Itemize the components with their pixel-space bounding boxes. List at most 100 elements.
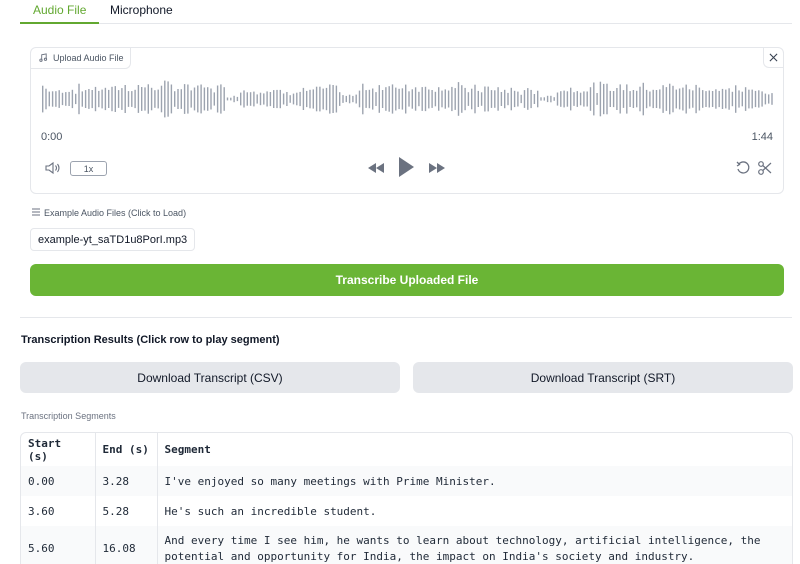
waveform-bar: [137, 85, 140, 113]
transcribe-button[interactable]: Transcribe Uploaded File: [30, 264, 784, 296]
waveform-bar: [408, 91, 410, 107]
cell-start: 0.00: [21, 466, 96, 496]
waveform-bar: [731, 91, 734, 107]
waveform-bar: [193, 87, 196, 111]
waveform-bar: [675, 89, 677, 109]
cell-end: 16.08: [95, 526, 158, 564]
waveform-bar: [566, 91, 569, 107]
waveform-bar: [388, 86, 390, 112]
volume-icon[interactable]: [43, 160, 63, 176]
music-note-icon: [39, 52, 48, 64]
waveform-bar: [504, 89, 506, 109]
column-header-start[interactable]: Start (s): [21, 433, 96, 466]
waveform-bar: [177, 89, 179, 109]
download-srt-button[interactable]: Download Transcript (SRT): [413, 362, 793, 393]
waveform-bar: [167, 81, 169, 117]
waveform-bar: [718, 90, 720, 108]
waveform-bar: [61, 92, 64, 106]
waveform-bar: [471, 88, 473, 110]
waveform-bar: [249, 92, 252, 106]
waveform-bar: [233, 95, 235, 103]
waveform-bar: [527, 88, 529, 110]
waveform-bar: [190, 90, 192, 108]
waveform-bar: [98, 90, 100, 108]
segment-line: potential and opportunity for India, the…: [164, 550, 695, 563]
current-time: 0:00: [41, 131, 63, 143]
waveform-bar: [738, 90, 740, 108]
waveform-bar: [51, 91, 54, 107]
waveform-bar: [42, 85, 44, 113]
waveform-bar: [200, 84, 202, 114]
rewind-icon[interactable]: [366, 160, 386, 176]
waveform-bar: [164, 80, 166, 118]
reset-icon[interactable]: [733, 160, 753, 176]
waveform-bar: [682, 87, 684, 111]
waveform-bar: [55, 91, 57, 107]
waveform-bar: [560, 91, 562, 107]
waveform-bar: [754, 90, 757, 108]
waveform-bar: [672, 85, 674, 113]
column-header-end[interactable]: End (s): [95, 433, 158, 466]
waveform-bar: [444, 89, 446, 109]
waveform-bar: [715, 89, 717, 109]
waveform-bar: [157, 89, 159, 109]
example-file-button[interactable]: example-yt_saTD1u8PorI.mp3: [30, 228, 196, 251]
waveform-bar: [451, 86, 453, 112]
clear-audio-button[interactable]: [763, 48, 783, 68]
cell-end: 3.28: [95, 466, 158, 496]
fast-forward-icon[interactable]: [427, 160, 447, 176]
table-row[interactable]: 5.60 16.08 And every time I see him, he …: [21, 526, 792, 564]
tab-audio-file[interactable]: Audio File: [19, 3, 100, 24]
waveform-bar: [771, 93, 773, 105]
waveform-bar: [114, 86, 116, 112]
waveform-bar: [688, 89, 691, 109]
waveform-bar: [65, 92, 67, 106]
waveform-bar: [329, 84, 331, 114]
waveform-bar: [629, 91, 631, 107]
waveform-bar: [728, 88, 730, 110]
waveform-bar: [355, 94, 357, 104]
waveform-bar: [401, 88, 404, 110]
waveform-bar: [385, 87, 387, 111]
waveform-bar: [751, 89, 753, 109]
trim-icon[interactable]: [755, 160, 775, 176]
waveform-bar: [226, 97, 229, 101]
tab-microphone[interactable]: Microphone: [110, 3, 173, 17]
play-icon[interactable]: [395, 156, 417, 178]
waveform-bar: [266, 91, 268, 107]
waveform-bar: [612, 91, 615, 108]
waveform[interactable]: [41, 76, 775, 122]
waveform-bar: [108, 89, 110, 108]
waveform-bar: [302, 87, 305, 110]
waveform-bar: [494, 90, 496, 108]
waveform-bar: [207, 87, 209, 111]
waveform-bar: [236, 96, 239, 102]
waveform-bar: [652, 89, 654, 109]
waveform-bar: [352, 95, 354, 103]
waveform-bar: [711, 91, 714, 107]
waveform-bar: [269, 92, 272, 107]
waveform-bar: [372, 88, 374, 110]
waveform-bar: [741, 91, 743, 107]
download-csv-button[interactable]: Download Transcript (CSV): [20, 362, 400, 393]
waveform-bar: [306, 90, 308, 108]
waveform-bar: [312, 89, 314, 109]
waveform-bar: [523, 90, 526, 108]
waveform-bar: [348, 94, 351, 104]
waveform-bar: [141, 87, 143, 111]
waveform-bar: [131, 91, 133, 107]
column-header-segment[interactable]: Segment: [157, 433, 792, 466]
waveform-bar: [457, 82, 460, 116]
table-row[interactable]: 0.00 3.28 I've enjoyed so many meetings …: [21, 466, 792, 496]
waveform-bar: [639, 86, 641, 112]
waveform-bar: [692, 90, 694, 108]
waveform-bar: [368, 89, 371, 109]
examples-label: Example Audio Files (Click to Load): [32, 208, 186, 218]
playback-speed-button[interactable]: 1x: [70, 161, 107, 176]
waveform-bar: [339, 92, 341, 106]
cell-segment: And every time I see him, he wants to le…: [157, 526, 792, 564]
waveform-bar: [434, 91, 437, 107]
cell-start: 5.60: [21, 526, 96, 564]
waveform-bar: [708, 90, 710, 108]
table-row[interactable]: 3.60 5.28 He's such an incredible studen…: [21, 496, 792, 526]
